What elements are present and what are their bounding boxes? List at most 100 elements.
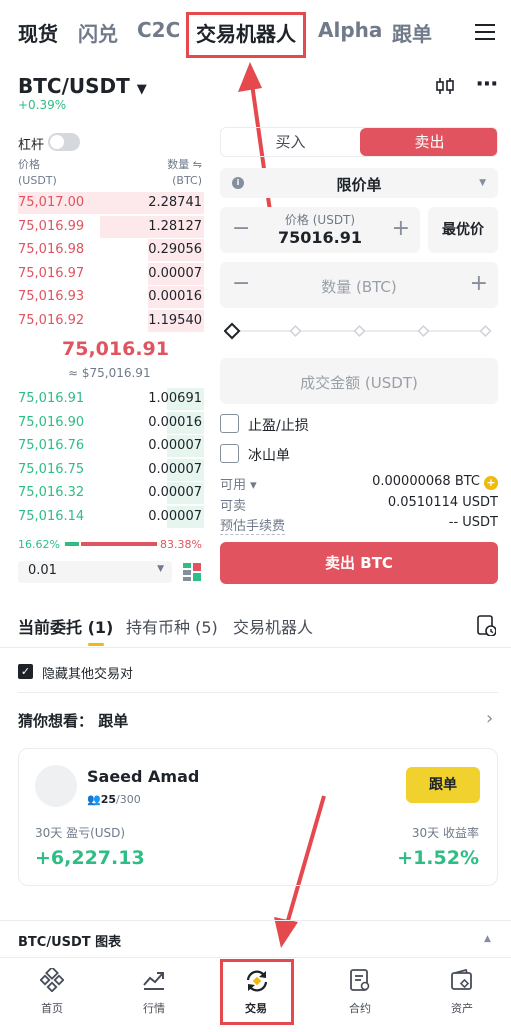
hide-other-pairs-label: 隐藏其他交易对 xyxy=(42,667,134,682)
bid-price: 75,016.32 xyxy=(18,485,85,500)
tab-open-orders[interactable]: 当前委托 (1) xyxy=(18,614,113,638)
ask-row[interactable]: 75,017.00 2.28741 xyxy=(18,192,204,214)
ask-row[interactable]: 75,016.97 0.00007 xyxy=(18,262,204,285)
followers-icon: 👥 xyxy=(87,793,101,806)
nav-futures[interactable]: 合约 xyxy=(310,958,410,1028)
chevron-down-icon: ▼ xyxy=(136,82,147,97)
ask-row[interactable]: 75,016.93 0.00016 xyxy=(18,286,204,308)
caret-down-icon: ▼ xyxy=(157,564,164,574)
ask-price: 75,016.97 xyxy=(18,265,85,281)
ask-price: 75,016.98 xyxy=(18,242,85,257)
quantity-input[interactable]: − 数量 (BTC) + xyxy=(220,262,498,308)
qty-header[interactable]: 数量 ⇋ (BTC) xyxy=(150,157,202,189)
slider-step xyxy=(417,324,430,338)
bid-price: 75,016.90 xyxy=(18,414,85,430)
price-value[interactable]: 75016.91 xyxy=(220,228,420,247)
iceberg-checkbox[interactable] xyxy=(220,444,239,463)
more-icon[interactable]: ⋯ xyxy=(476,72,498,97)
ask-row[interactable]: 75,016.98 0.29056 xyxy=(18,239,204,261)
ask-quantity: 0.00016 xyxy=(148,289,202,304)
leverage-toggle[interactable] xyxy=(48,133,80,151)
nav-home[interactable]: 首页 xyxy=(2,958,102,1028)
bid-quantity: 0.00007 xyxy=(148,461,202,477)
caret-down-icon: ▼ xyxy=(479,178,486,188)
fee-label[interactable]: 预估手续费 xyxy=(220,515,286,535)
amount-input[interactable]: 成交金额 (USDT) xyxy=(220,358,498,404)
divider xyxy=(0,647,511,648)
available-row: 可用 ▾ 0.00000068 BTC + xyxy=(220,474,498,494)
slider-handle xyxy=(224,322,241,340)
bid-row[interactable]: 75,016.32 0.00007 xyxy=(18,482,204,504)
ratio-bar-sell xyxy=(81,542,157,546)
ratio-bar-buy xyxy=(65,542,79,546)
available-label[interactable]: 可用 ▾ xyxy=(220,474,257,493)
checkmark-icon[interactable]: ✓ xyxy=(18,664,33,679)
percent-slider[interactable] xyxy=(224,322,494,340)
slider-step xyxy=(289,324,302,338)
add-funds-icon[interactable]: + xyxy=(484,476,498,490)
order-type-select[interactable]: i 限价单 ▼ xyxy=(220,168,498,198)
chart-section-title[interactable]: BTC/USDT 图表 xyxy=(18,931,121,950)
order-history-icon[interactable] xyxy=(476,614,496,636)
best-price-button[interactable]: 最优价 xyxy=(428,207,498,253)
caret-up-icon[interactable]: ▲ xyxy=(484,934,491,944)
plus-icon[interactable]: + xyxy=(392,216,410,241)
sell-tab[interactable]: 卖出 xyxy=(360,128,497,156)
ask-price: 75,016.93 xyxy=(18,289,85,304)
ask-row[interactable]: 75,016.99 1.28127 xyxy=(18,215,204,238)
tab-holdings[interactable]: 持有币种 (5) xyxy=(126,614,218,638)
tp-sl-checkbox[interactable] xyxy=(220,414,239,433)
buy-ratio: 16.62% xyxy=(18,538,60,551)
tab-bots[interactable]: 交易机器人 xyxy=(233,614,313,638)
sell-btc-button[interactable]: 卖出 BTC xyxy=(220,542,498,584)
plus-icon[interactable]: + xyxy=(470,271,488,296)
nav-assets[interactable]: 资产 xyxy=(412,958,511,1028)
price-label: 价格 (USDT) xyxy=(284,213,356,227)
trader-name: Saeed Amad xyxy=(87,767,200,786)
ask-price: 75,016.99 xyxy=(18,218,85,234)
pair-change: +0.39% xyxy=(18,98,67,112)
bid-price: 75,016.76 xyxy=(18,438,85,453)
bid-row[interactable]: 75,016.76 0.00007 xyxy=(18,435,204,457)
candlestick-icon[interactable] xyxy=(435,76,455,96)
fee-row: 预估手续费 -- USDT xyxy=(220,515,498,535)
nav-home-label: 首页 xyxy=(41,1002,63,1015)
nav-markets[interactable]: 行情 xyxy=(104,958,204,1028)
buy-sell-tabs: 买入 卖出 xyxy=(220,127,498,157)
copy-trader-card[interactable]: Saeed Amad 👥25/300 跟单 30天 盈亏(USD) 30天 收益… xyxy=(18,748,498,886)
sell-ratio: 83.38% xyxy=(160,538,202,551)
chevron-right-icon[interactable]: › xyxy=(486,708,493,729)
bid-row[interactable]: 75,016.75 0.00007 xyxy=(18,458,204,481)
nav-futures-label: 合约 xyxy=(349,1002,371,1015)
pnl-label: 30天 盈亏(USD) xyxy=(35,826,126,840)
amount-placeholder: 成交金额 (USDT) xyxy=(300,374,418,392)
recommendation-title[interactable]: 猜你想看： 跟单 xyxy=(18,710,128,731)
bid-row[interactable]: 75,016.91 1.00691 xyxy=(18,388,204,410)
sellable-label: 可卖 xyxy=(220,499,247,514)
pair-symbol: BTC/USDT xyxy=(18,74,130,98)
bid-row[interactable]: 75,016.14 0.00007 xyxy=(18,505,204,528)
nav-markets-label: 行情 xyxy=(143,1002,165,1015)
price-input[interactable]: − 价格 (USDT) 75016.91 + xyxy=(220,207,420,253)
fee-value: -- USDT xyxy=(448,515,498,530)
orderbook-layout-icon[interactable] xyxy=(182,562,202,582)
bid-quantity: 0.00007 xyxy=(148,438,202,453)
arrow-head-bottom xyxy=(274,917,298,948)
bid-row[interactable]: 75,016.90 0.00016 xyxy=(18,411,204,434)
depth-step-select[interactable]: 0.01 ▼ xyxy=(18,561,172,583)
order-type-value: 限价单 xyxy=(336,176,382,194)
ask-quantity: 2.28741 xyxy=(148,195,202,210)
ratio-bar xyxy=(65,542,157,546)
pnl-value: +6,227.13 xyxy=(35,847,145,869)
buy-tab[interactable]: 买入 xyxy=(221,128,360,156)
follow-button[interactable]: 跟单 xyxy=(406,767,480,803)
bid-price: 75,016.75 xyxy=(18,461,85,477)
slider-step xyxy=(353,324,366,338)
mid-price[interactable]: 75,016.91 xyxy=(62,338,169,360)
bid-quantity: 0.00007 xyxy=(148,485,202,500)
ask-quantity: 1.28127 xyxy=(148,218,202,234)
ask-row[interactable]: 75,016.92 1.19540 xyxy=(18,309,204,332)
avatar xyxy=(35,765,77,807)
wallet-icon xyxy=(451,968,472,990)
pair-selector[interactable]: BTC/USDT ▼ xyxy=(18,74,147,98)
